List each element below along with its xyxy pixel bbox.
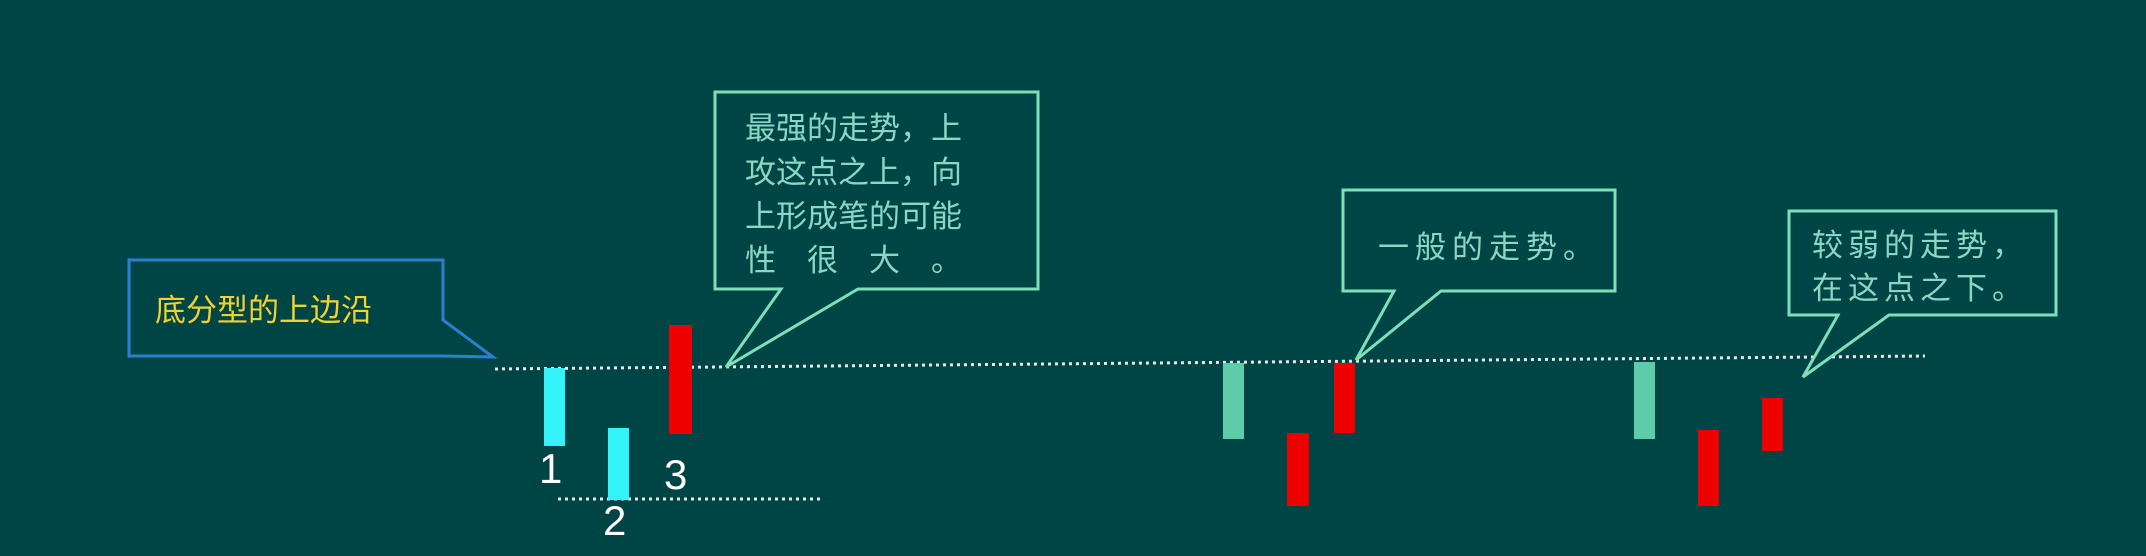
candle-label-1: 1 bbox=[539, 445, 562, 492]
diagram-svg: 1 2 3 底分型的上边沿 最强的走势，上 攻这点之上，向 上形成笔的可能 性 … bbox=[127, 90, 2058, 544]
strongest-line-4: 性 很 大 。 bbox=[745, 243, 962, 279]
normal-callout-bubble bbox=[1341, 188, 1617, 362]
candle-group2-3 bbox=[1334, 363, 1355, 433]
diagram-canvas: 1 2 3 底分型的上边沿 最强的走势，上 攻这点之上，向 上形成笔的可能 性 … bbox=[0, 0, 2146, 556]
strongest-line-2: 攻这点之上，向 bbox=[745, 155, 962, 191]
candle-label-2: 2 bbox=[603, 497, 626, 544]
candle-group3-3 bbox=[1762, 398, 1783, 451]
candle-group2-1 bbox=[1223, 363, 1244, 439]
upper-edge-dotted-line bbox=[494, 354, 1926, 371]
strongest-line-3: 上形成笔的可能 bbox=[745, 199, 962, 235]
weaker-line-2: 在这点之下。 bbox=[1812, 271, 2028, 307]
normal-callout-text: 一般的走势。 bbox=[1378, 230, 1600, 266]
upper-edge-callout-text: 底分型的上边沿 bbox=[155, 293, 372, 329]
candle-2 bbox=[608, 428, 629, 500]
strongest-line-1: 最强的走势，上 bbox=[745, 111, 962, 147]
candle-group3-2 bbox=[1698, 430, 1719, 506]
candle-group2-2 bbox=[1287, 433, 1309, 506]
candle-3 bbox=[669, 325, 692, 434]
weaker-line-1: 较弱的走势， bbox=[1812, 228, 2028, 264]
candle-group3-1 bbox=[1634, 362, 1655, 439]
candle-label-3: 3 bbox=[664, 451, 687, 498]
candle-1 bbox=[544, 368, 565, 446]
